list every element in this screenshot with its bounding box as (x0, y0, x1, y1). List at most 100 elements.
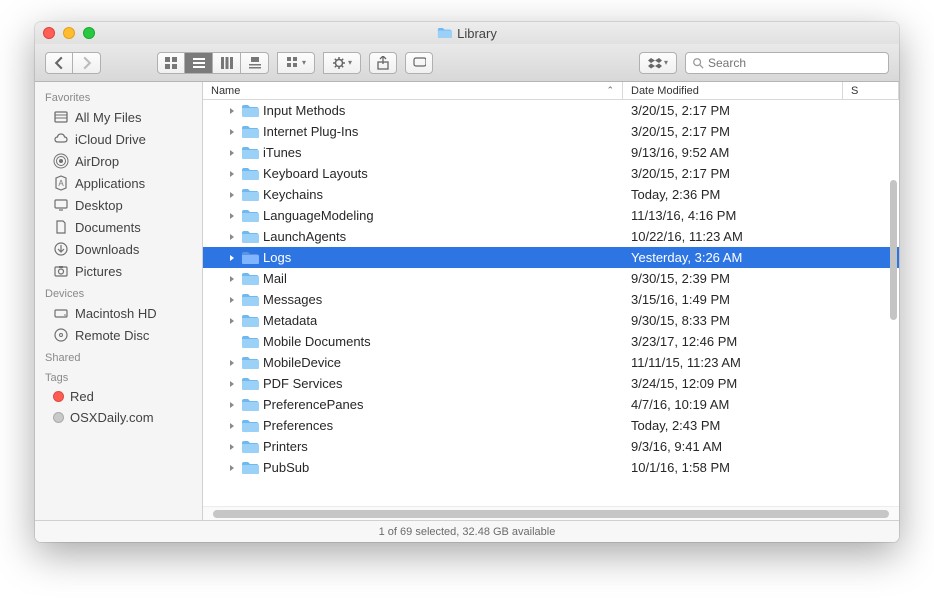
disclosure-triangle-icon[interactable] (227, 233, 237, 241)
file-row[interactable]: Input Methods3/20/15, 2:17 PM (203, 100, 899, 121)
sidebar-item[interactable]: AirDrop (35, 150, 202, 172)
file-row[interactable]: LanguageModeling11/13/16, 4:16 PM (203, 205, 899, 226)
hdd-icon (53, 305, 69, 321)
file-name: Printers (263, 439, 308, 454)
icon-view-button[interactable] (157, 52, 185, 74)
close-button[interactable] (43, 27, 55, 39)
sidebar-item-label: iCloud Drive (75, 132, 146, 147)
search-field[interactable] (685, 52, 889, 74)
disclosure-triangle-icon[interactable] (227, 212, 237, 220)
sidebar-item[interactable]: Pictures (35, 260, 202, 282)
disclosure-triangle-icon[interactable] (227, 170, 237, 178)
file-date: 3/23/17, 12:46 PM (623, 334, 843, 349)
column-view-button[interactable] (213, 52, 241, 74)
file-list[interactable]: Input Methods3/20/15, 2:17 PMInternet Pl… (203, 100, 899, 506)
status-bar: 1 of 69 selected, 32.48 GB available (35, 520, 899, 542)
file-row[interactable]: Mail9/30/15, 2:39 PM (203, 268, 899, 289)
list-view-button[interactable] (185, 52, 213, 74)
arrange-group: ▾ (277, 52, 315, 74)
sidebar-item[interactable]: Remote Disc (35, 324, 202, 346)
zoom-button[interactable] (83, 27, 95, 39)
sidebar-item[interactable]: Documents (35, 216, 202, 238)
tag-dot-icon (53, 391, 64, 402)
sidebar-item-label: OSXDaily.com (70, 410, 154, 425)
disclosure-triangle-icon[interactable] (227, 380, 237, 388)
file-date: 10/1/16, 1:58 PM (623, 460, 843, 475)
file-date: 11/11/15, 11:23 AM (623, 355, 843, 370)
horizontal-scrollbar[interactable] (203, 506, 899, 520)
file-name: Preferences (263, 418, 333, 433)
disclosure-triangle-icon[interactable] (227, 128, 237, 136)
sidebar[interactable]: FavoritesAll My FilesiCloud DriveAirDrop… (35, 82, 203, 520)
disclosure-triangle-icon[interactable] (227, 191, 237, 199)
forward-button[interactable] (73, 52, 101, 74)
file-name: LanguageModeling (263, 208, 374, 223)
dropbox-button[interactable]: ▾ (639, 52, 677, 74)
disclosure-triangle-icon[interactable] (227, 401, 237, 409)
titlebar[interactable]: Library (35, 22, 899, 44)
svg-text:A: A (58, 179, 64, 188)
disclosure-triangle-icon[interactable] (227, 254, 237, 262)
action-button[interactable]: ▾ (323, 52, 361, 74)
sidebar-item-label: Desktop (75, 198, 123, 213)
disclosure-triangle-icon[interactable] (227, 422, 237, 430)
file-row[interactable]: PreferencePanes4/7/16, 10:19 AM (203, 394, 899, 415)
disclosure-triangle-icon[interactable] (227, 149, 237, 157)
file-name: Logs (263, 250, 291, 265)
file-row[interactable]: PubSub10/1/16, 1:58 PM (203, 457, 899, 478)
file-row[interactable]: Mobile Documents3/23/17, 12:46 PM (203, 331, 899, 352)
file-row[interactable]: Internet Plug-Ins3/20/15, 2:17 PM (203, 121, 899, 142)
scrollbar-thumb[interactable] (890, 180, 897, 320)
sidebar-heading: Tags (35, 366, 202, 386)
coverflow-view-button[interactable] (241, 52, 269, 74)
disclosure-triangle-icon[interactable] (227, 359, 237, 367)
file-row[interactable]: iTunes9/13/16, 9:52 AM (203, 142, 899, 163)
sidebar-item[interactable]: Desktop (35, 194, 202, 216)
sidebar-item-label: AirDrop (75, 154, 119, 169)
disclosure-triangle-icon[interactable] (227, 296, 237, 304)
column-size[interactable]: S (843, 82, 899, 99)
search-input[interactable] (708, 56, 882, 70)
file-row[interactable]: MobileDevice11/11/15, 11:23 AM (203, 352, 899, 373)
disclosure-triangle-icon[interactable] (227, 275, 237, 283)
column-date-modified[interactable]: Date Modified (623, 82, 843, 99)
main-pane: Name⌃ Date Modified S Input Methods3/20/… (203, 82, 899, 520)
sidebar-item[interactable]: iCloud Drive (35, 128, 202, 150)
column-name[interactable]: Name⌃ (203, 82, 623, 99)
disclosure-triangle-icon[interactable] (227, 443, 237, 451)
file-date: 3/15/16, 1:49 PM (623, 292, 843, 307)
sidebar-item[interactable]: All My Files (35, 106, 202, 128)
disclosure-triangle-icon[interactable] (227, 107, 237, 115)
file-row[interactable]: LogsYesterday, 3:26 AM (203, 247, 899, 268)
file-row[interactable]: Preferences Today, 2:43 PM (203, 415, 899, 436)
file-row[interactable]: Keyboard Layouts3/20/15, 2:17 PM (203, 163, 899, 184)
airdrop-icon (53, 153, 69, 169)
arrange-button[interactable]: ▾ (277, 52, 315, 74)
minimize-button[interactable] (63, 27, 75, 39)
sidebar-item[interactable]: Macintosh HD (35, 302, 202, 324)
file-name: PDF Services (263, 376, 342, 391)
file-row[interactable]: Metadata9/30/15, 8:33 PM (203, 310, 899, 331)
sidebar-item[interactable]: OSXDaily.com (35, 407, 202, 428)
disclosure-triangle-icon[interactable] (227, 317, 237, 325)
file-row[interactable]: KeychainsToday, 2:36 PM (203, 184, 899, 205)
all-my-files-icon (53, 109, 69, 125)
action-group: ▾ (323, 52, 361, 74)
back-button[interactable] (45, 52, 73, 74)
file-row[interactable]: Printers9/3/16, 9:41 AM (203, 436, 899, 457)
sidebar-item[interactable]: AApplications (35, 172, 202, 194)
file-row[interactable]: Messages3/15/16, 1:49 PM (203, 289, 899, 310)
disclosure-triangle-icon[interactable] (227, 464, 237, 472)
file-name: iTunes (263, 145, 302, 160)
share-button[interactable] (369, 52, 397, 74)
file-name: Metadata (263, 313, 317, 328)
sidebar-item[interactable]: Downloads (35, 238, 202, 260)
file-name: LaunchAgents (263, 229, 346, 244)
sidebar-item[interactable]: Red (35, 386, 202, 407)
sidebar-item-label: Downloads (75, 242, 139, 257)
tags-button[interactable] (405, 52, 433, 74)
file-row[interactable]: PDF Services3/24/15, 12:09 PM (203, 373, 899, 394)
scrollbar-thumb[interactable] (213, 510, 889, 518)
file-row[interactable]: LaunchAgents10/22/16, 11:23 AM (203, 226, 899, 247)
file-date: Today, 2:43 PM (623, 418, 843, 433)
